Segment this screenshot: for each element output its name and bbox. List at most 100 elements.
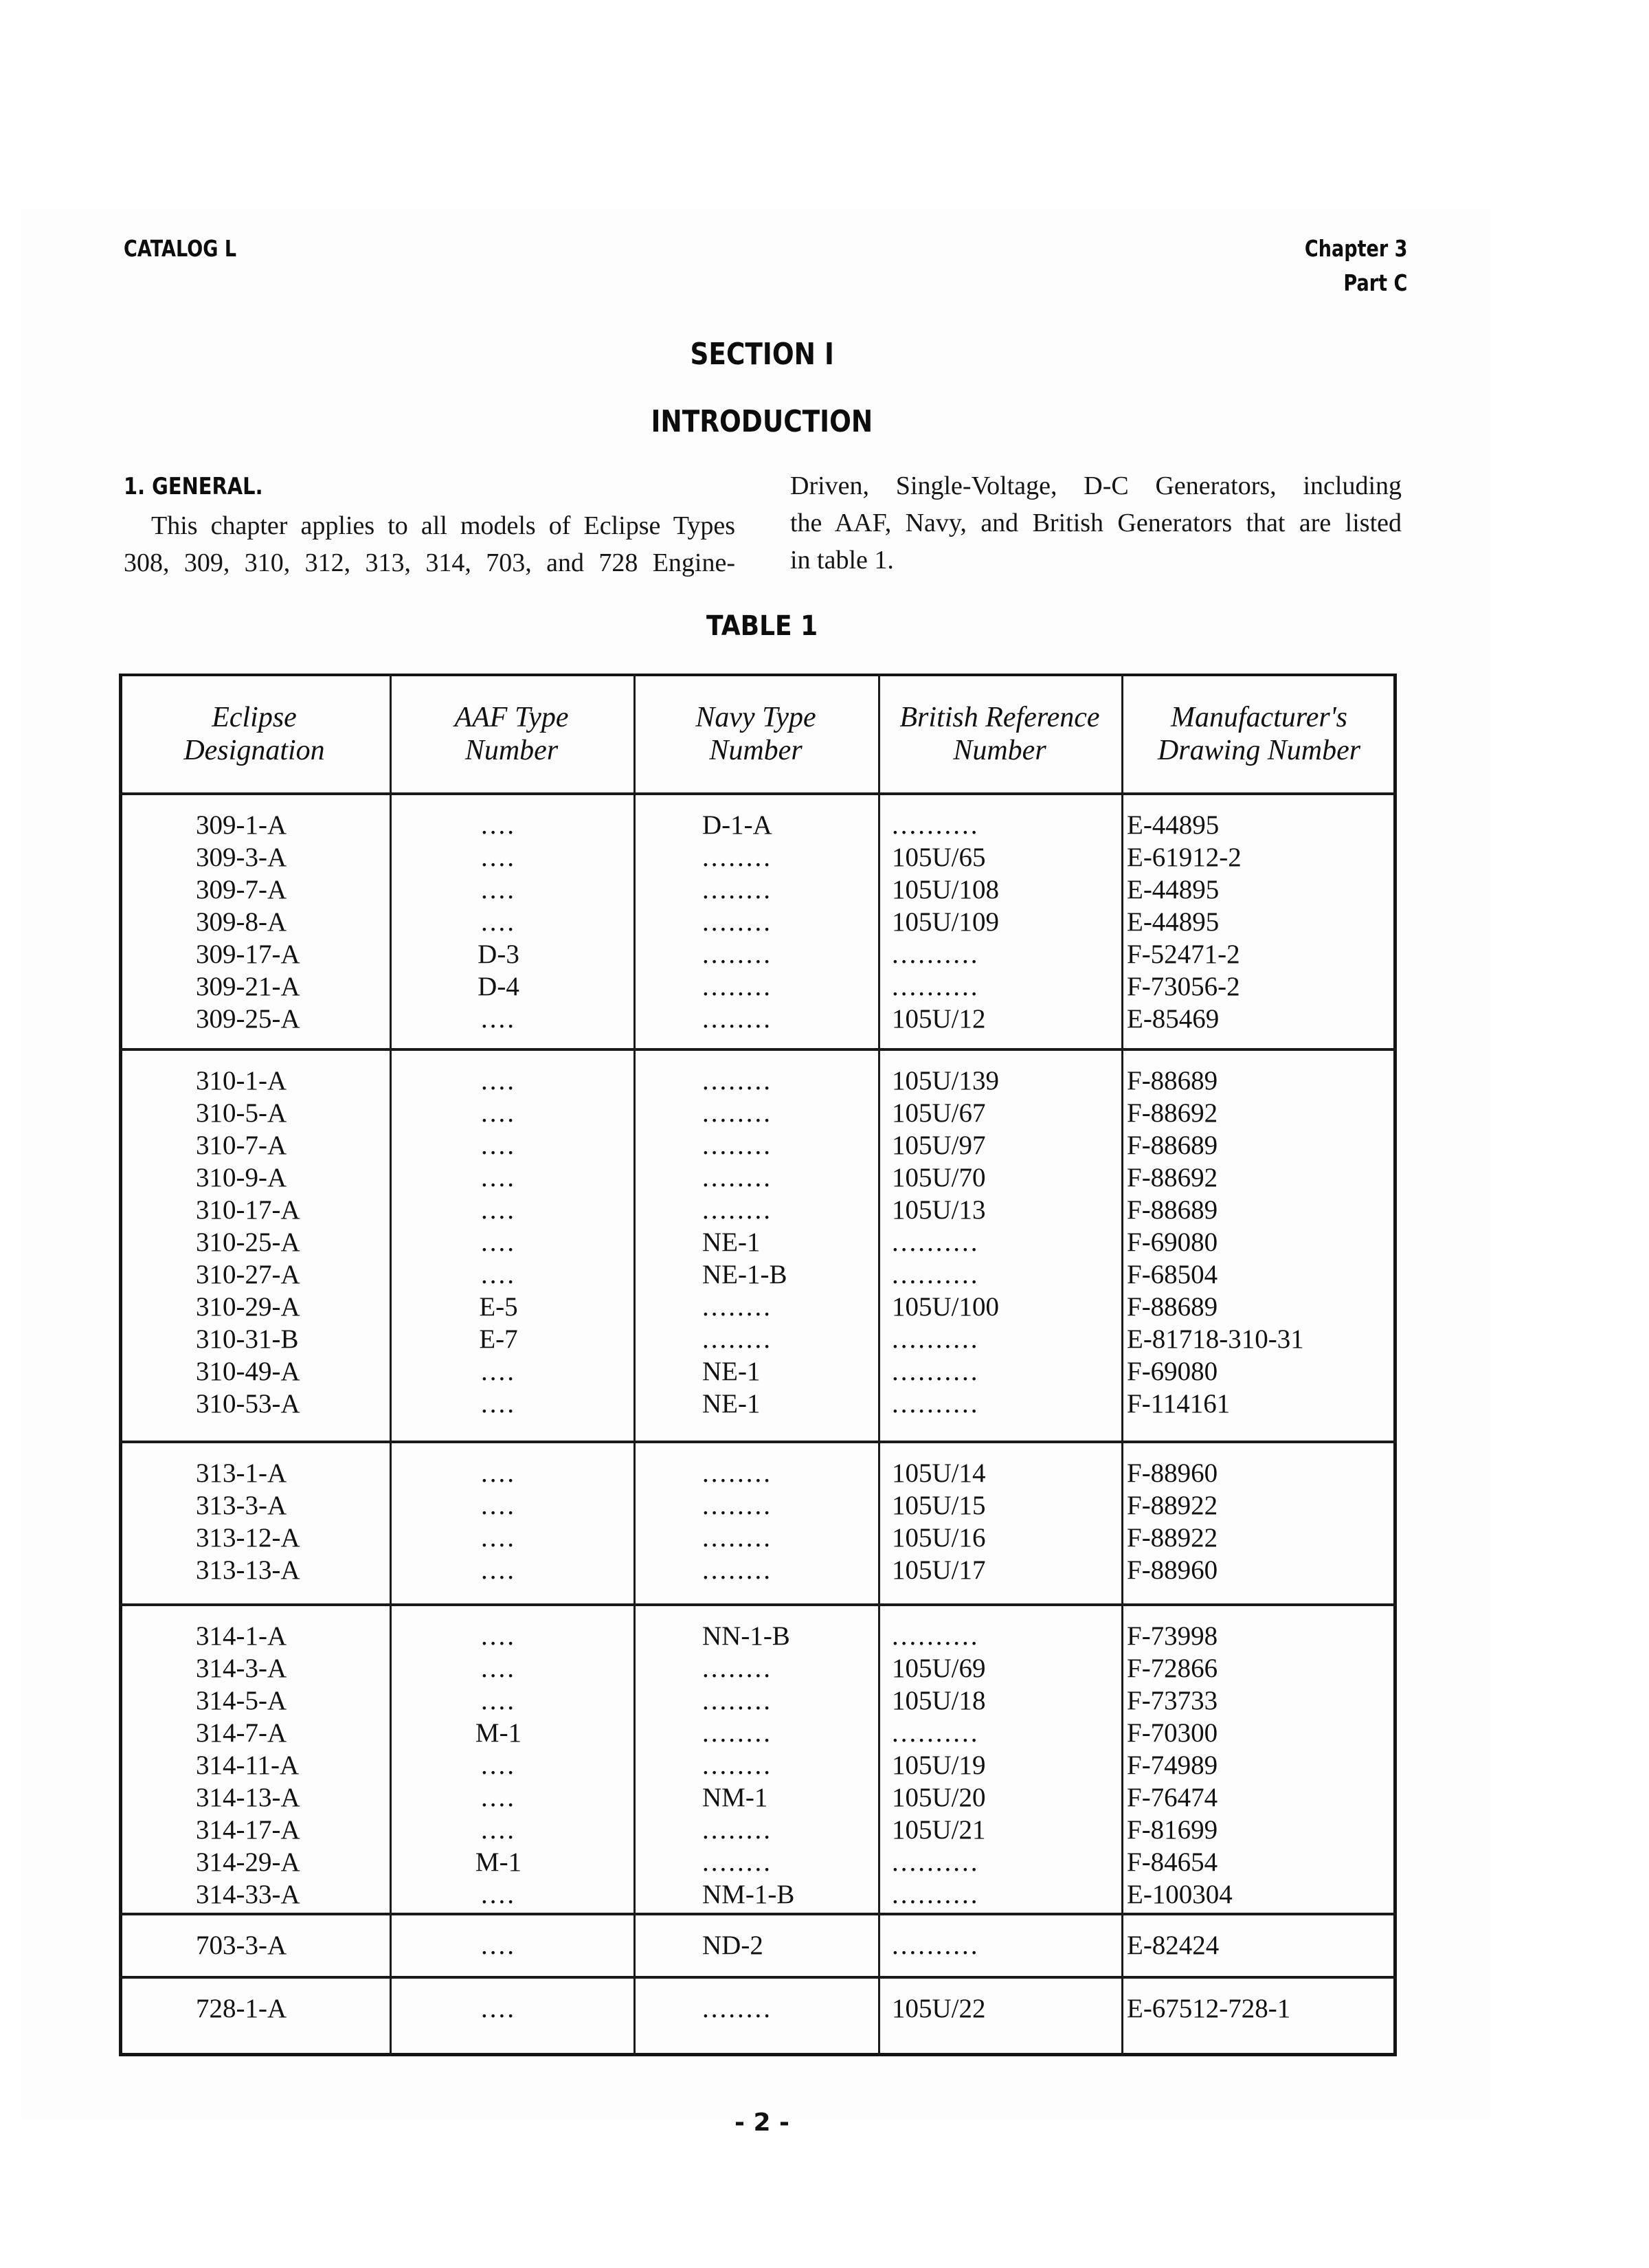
cell-aaf-type: ....	[481, 1555, 516, 1585]
cell-navy-type: ........	[702, 1491, 772, 1520]
table-row: 310-27-A.... NE-1-B.......... F-68504	[119, 1258, 1397, 1291]
table-row: 309-17-A D-3.................. F-52471-2	[119, 938, 1397, 970]
cell-aaf-type: ....	[481, 1654, 516, 1683]
header-line: AAF Type	[454, 701, 569, 733]
cell-drawing-number: F-88692	[1127, 1163, 1218, 1192]
intro-paragraph-right: Driven, Single-Voltage, D-C Generators, …	[790, 467, 1402, 579]
cell-aaf-type: ....	[481, 1750, 516, 1780]
cell-british-reference: ..........	[892, 1847, 980, 1877]
column-header-eclipse: Eclipse Designation	[119, 674, 390, 794]
cell-drawing-number: F-114161	[1127, 1389, 1231, 1419]
cell-aaf-type: ....	[481, 907, 516, 937]
table-row: 310-1-A............ 105U/139 F-88689	[119, 1065, 1397, 1097]
cell-british-reference: 105U/19	[892, 1750, 986, 1780]
cell-british-reference: 105U/21	[892, 1815, 986, 1845]
cell-eclipse-designation: 310-1-A	[196, 1066, 287, 1096]
header-line: Designation	[183, 734, 325, 766]
cell-british-reference: 105U/18	[892, 1686, 986, 1715]
cell-aaf-type: D-4	[478, 972, 519, 1001]
header-line: Eclipse	[212, 701, 297, 733]
cell-eclipse-designation: 314-29-A	[196, 1847, 300, 1877]
cell-aaf-type: ....	[481, 810, 516, 840]
cell-navy-type: ........	[702, 940, 772, 969]
cell-navy-type: NN-1-B	[702, 1621, 790, 1651]
part-label: Part C	[1343, 269, 1407, 296]
cell-eclipse-designation: 309-17-A	[196, 940, 300, 969]
cell-eclipse-designation: 314-5-A	[196, 1686, 287, 1715]
cell-aaf-type: ....	[481, 1458, 516, 1488]
cell-aaf-type: E-5	[479, 1292, 518, 1322]
group-separator	[119, 1048, 1397, 1051]
paragraph-line: 308, 309, 310, 312, 313, 314, 703, and 7…	[124, 548, 735, 577]
cell-british-reference: 105U/17	[892, 1555, 986, 1585]
table-title-text: TABLE 1	[706, 610, 818, 642]
cell-british-reference: 105U/70	[892, 1163, 986, 1192]
cell-drawing-number: F-88960	[1127, 1458, 1218, 1488]
header-line: British Reference	[899, 701, 1100, 733]
cell-british-reference: 105U/100	[892, 1292, 999, 1322]
cell-eclipse-designation: 309-8-A	[196, 907, 287, 937]
cell-eclipse-designation: 728-1-A	[196, 1994, 287, 2023]
cell-british-reference: ..........	[892, 810, 980, 840]
cell-aaf-type: ....	[481, 1004, 516, 1034]
cell-aaf-type: ....	[481, 1931, 516, 1960]
cell-drawing-number: E-67512-728-1	[1127, 1994, 1291, 2023]
table-row: 309-8-A............ 105U/109 E-44895	[119, 906, 1397, 938]
cell-british-reference: 105U/65	[892, 843, 986, 872]
cell-british-reference: ..........	[892, 1260, 980, 1289]
introduction-title-text: INTRODUCTION	[651, 404, 873, 439]
cell-navy-type: ........	[702, 1686, 772, 1715]
table-row: 310-17-A............ 105U/13 F-88689	[119, 1194, 1397, 1226]
cell-drawing-number: E-44895	[1127, 875, 1220, 904]
cell-aaf-type: ....	[481, 1098, 516, 1128]
cell-aaf-type: M-1	[475, 1718, 522, 1748]
cell-drawing-number: F-88922	[1127, 1523, 1218, 1553]
column-header-british: British Reference Number	[878, 674, 1121, 794]
cell-british-reference: 105U/97	[892, 1131, 986, 1160]
section-title-text: SECTION I	[690, 337, 834, 372]
table-row: 310-31-B E-7.................. E-81718-310…	[119, 1323, 1397, 1355]
cell-eclipse-designation: 310-49-A	[196, 1357, 300, 1386]
cell-navy-type: ........	[702, 1004, 772, 1034]
catalog-label: CATALOG L	[124, 235, 237, 262]
cell-eclipse-designation: 314-33-A	[196, 1880, 300, 1909]
table-row: 310-53-A.... NE-1.......... F-114161	[119, 1388, 1397, 1420]
cell-eclipse-designation: 314-17-A	[196, 1815, 300, 1845]
cell-drawing-number: F-88689	[1127, 1195, 1218, 1225]
header-line: Drawing Number	[1157, 734, 1361, 766]
cell-navy-type: ........	[702, 972, 772, 1001]
cell-british-reference: 105U/13	[892, 1195, 986, 1225]
cell-drawing-number: F-70300	[1127, 1718, 1218, 1748]
cell-british-reference: 105U/22	[892, 1994, 986, 2023]
cell-eclipse-designation: 309-21-A	[196, 972, 300, 1001]
cell-drawing-number: F-72866	[1127, 1654, 1218, 1683]
cell-drawing-number: F-76474	[1127, 1783, 1218, 1812]
section-title: SECTION I	[0, 337, 1524, 372]
cell-drawing-number: F-69080	[1127, 1357, 1218, 1386]
column-header-aaf: AAF Type Number	[390, 674, 633, 794]
cell-eclipse-designation: 309-25-A	[196, 1004, 300, 1034]
cell-drawing-number: E-82424	[1127, 1931, 1220, 1960]
table-row: 314-3-A............ 105U/69 F-72866	[119, 1652, 1397, 1685]
cell-british-reference: ..........	[892, 1621, 980, 1651]
cell-aaf-type: ....	[481, 1066, 516, 1096]
page-number: - 2 -	[734, 2109, 789, 2137]
cell-drawing-number: F-88689	[1127, 1131, 1218, 1160]
paragraph-line: Driven, Single-Voltage, D-C Generators, …	[790, 471, 1402, 500]
cell-drawing-number: F-88689	[1127, 1292, 1218, 1322]
group-separator	[119, 1603, 1397, 1606]
cell-eclipse-designation: 313-1-A	[196, 1458, 287, 1488]
cell-eclipse-designation: 313-13-A	[196, 1555, 300, 1585]
paragraph-line: the AAF, Navy, and British Generators th…	[790, 509, 1402, 537]
header-line: Number	[953, 734, 1046, 766]
cell-eclipse-designation: 309-7-A	[196, 875, 287, 904]
cell-aaf-type: ....	[481, 1621, 516, 1651]
table-title: TABLE 1	[0, 610, 1524, 642]
cell-aaf-type: ....	[481, 1163, 516, 1192]
cell-drawing-number: F-52471-2	[1127, 940, 1240, 969]
table-row: 310-25-A.... NE-1.......... F-69080	[119, 1226, 1397, 1258]
cell-british-reference: 105U/108	[892, 875, 999, 904]
cell-british-reference: ..........	[892, 972, 980, 1001]
cell-navy-type: ........	[702, 1555, 772, 1585]
cell-navy-type: ........	[702, 1131, 772, 1160]
